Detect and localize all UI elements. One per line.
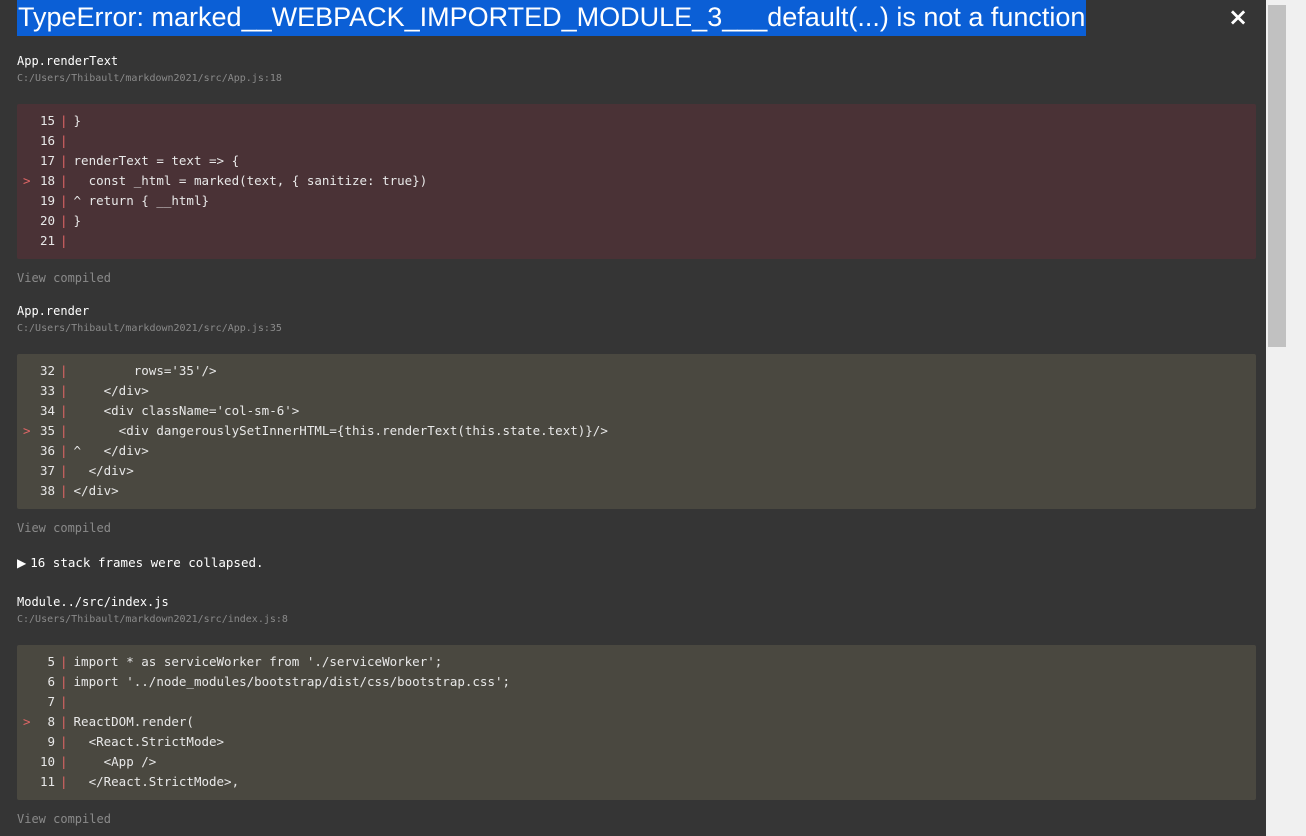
code-block: 32 | rows='35'/> 33 | </div> 34 | <div clas… — [17, 354, 1256, 509]
error-overlay: TypeError: marked__WEBPACK_IMPORTED_MODU… — [0, 0, 1266, 836]
stack-frame: App.renderText C:/Users/Thibault/markdow… — [17, 53, 1256, 286]
frame-location: C:/Users/Thibault/markdown2021/src/index… — [17, 614, 288, 625]
code-line: 16 | — [39, 133, 68, 148]
code-line: 17 | renderText = text => { — [39, 153, 240, 168]
code-line-highlighted: >18 | const _html = marked(text, { saniti… — [23, 173, 428, 188]
view-compiled-link[interactable]: View compiled — [17, 270, 1256, 286]
code-line: 32 | rows='35'/> — [39, 363, 217, 378]
code-block: 5 | import * as serviceWorker from './serv… — [17, 645, 1256, 800]
code-block: 15 |} 16 | 17 | renderText = text => { >18 | … — [17, 104, 1256, 259]
code-line: 21 | — [39, 233, 68, 248]
code-line: 37 | </div> — [39, 463, 134, 478]
code-line: 5 | import * as serviceWorker from './serv… — [47, 654, 443, 669]
code-line: 11 | </React.StrictMode>, — [39, 774, 240, 789]
code-line: 9 | <React.StrictMode> — [47, 734, 225, 749]
view-compiled-link[interactable]: View compiled — [17, 520, 1256, 536]
code-line: 38 | </div> — [39, 483, 119, 498]
collapsed-frames-toggle[interactable]: ▶ 16 stack frames were collapsed. — [17, 554, 264, 572]
frame-function: App.render — [17, 304, 90, 318]
code-line: 34 | <div className='col-sm-6'> — [39, 403, 300, 418]
code-line: 10 | <App /> — [39, 754, 157, 769]
stack-frame: Module../src/index.js C:/Users/Thibault/… — [17, 594, 1256, 827]
code-line: 15 |} — [39, 113, 82, 128]
view-compiled-link[interactable]: View compiled — [17, 811, 1256, 827]
scrollbar-thumb[interactable] — [1268, 5, 1286, 347]
code-line: 33 | </div> — [39, 383, 149, 398]
expand-triangle-icon: ▶ — [17, 556, 27, 570]
error-title: TypeError: marked__WEBPACK_IMPORTED_MODU… — [17, 0, 1087, 36]
code-line: 19 | ^ return { __html} — [39, 193, 209, 208]
code-line: 7 | — [47, 694, 68, 709]
frame-function: Module../src/index.js — [17, 595, 169, 609]
code-line: 6 | import '../node_modules/bootstrap/dist… — [47, 674, 511, 689]
code-line-highlighted: >8 | ReactDOM.render( — [23, 714, 194, 729]
collapsed-frames-label: 16 stack frames were collapsed. — [30, 555, 264, 570]
frame-location: C:/Users/Thibault/markdown2021/src/App.j… — [17, 73, 282, 84]
code-line: 20 |} — [39, 213, 82, 228]
close-button[interactable]: × — [1227, 4, 1249, 30]
frame-function: App.renderText — [17, 54, 119, 68]
code-line-highlighted: >35 | <div dangerouslySetInnerHTML={this.… — [23, 423, 608, 438]
stack-frame: App.render C:/Users/Thibault/markdown202… — [17, 303, 1256, 536]
code-line: 36 | ^ </div> — [39, 443, 149, 458]
frame-location: C:/Users/Thibault/markdown2021/src/App.j… — [17, 323, 282, 334]
